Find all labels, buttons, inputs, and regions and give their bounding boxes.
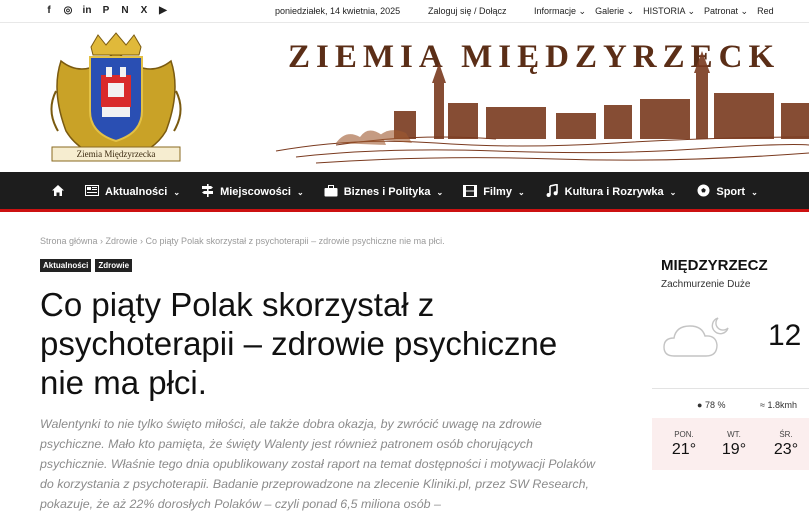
social-links: f ◎ in P N X ▶	[44, 5, 168, 16]
site-header: Ziemia Międzyrzecka ZIEMIA MIĘDZYRZECK	[0, 23, 809, 172]
wind-value: 1.8kmh	[767, 400, 797, 410]
cloud-moon-icon	[663, 317, 729, 357]
logo-banner-text: Ziemia Międzyrzecka	[77, 149, 156, 159]
article-tags: Aktualności Zdrowie	[40, 259, 133, 272]
top-nav-galerie[interactable]: Galerie ⌄	[595, 6, 634, 17]
football-icon	[696, 184, 710, 200]
forecast-day: WT. 19°	[714, 430, 754, 459]
nav-miejscowosci[interactable]: Miejscowości ⌄	[200, 184, 304, 200]
article-lead: Walentynki to nie tylko święto miłości, …	[40, 417, 596, 511]
forecast-day-temp: 23°	[773, 441, 799, 458]
weather-widget: MIĘDZYRZECZ Zachmurzenie Duże 12 ● 78 % …	[652, 250, 809, 470]
humidity-value: 78 %	[704, 400, 726, 410]
facebook-icon[interactable]: f	[44, 5, 54, 16]
newspaper-icon	[85, 185, 99, 199]
nav-biznes-polityka[interactable]: Biznes i Polityka ⌄	[324, 184, 444, 200]
signpost-icon	[200, 184, 214, 200]
weather-divider	[652, 388, 809, 389]
coat-of-arms-logo[interactable]: Ziemia Międzyrzecka	[46, 31, 186, 165]
home-icon	[51, 184, 65, 200]
chevron-down-icon: ⌄	[517, 187, 525, 197]
wind-icon: ≈	[760, 400, 765, 410]
forecast-day: PON. 21°	[664, 430, 704, 459]
main-nav: Aktualności ⌄ Miejscowości ⌄ Biznes i Po…	[0, 172, 809, 212]
nav-filmy[interactable]: Filmy ⌄	[463, 184, 525, 200]
droplet-icon: ●	[697, 400, 703, 410]
nav-label: Aktualności	[105, 186, 168, 198]
top-bar: f ◎ in P N X ▶ poniedziałek, 14 kwietnia…	[0, 0, 809, 23]
instagram-icon[interactable]: ◎	[63, 5, 73, 16]
tag-aktualnosci[interactable]: Aktualności	[40, 259, 92, 272]
nav-label: Kultura i Rozrywka	[564, 186, 664, 198]
nav-sport[interactable]: Sport ⌄	[696, 184, 758, 200]
x-twitter-icon[interactable]: X	[139, 5, 149, 16]
chevron-down-icon: ⌄	[669, 187, 677, 197]
forecast-day: ŚR. 23°	[766, 430, 806, 459]
briefcase-icon	[324, 184, 338, 200]
top-nav-historia[interactable]: HISTORIA ⌄	[643, 6, 695, 17]
weather-city: MIĘDZYRZECZ	[661, 257, 768, 274]
nav-label: Miejscowości	[220, 186, 291, 198]
nav-label: Filmy	[483, 186, 512, 198]
masthead[interactable]: ZIEMIA MIĘDZYRZECK	[236, 33, 809, 168]
nav-label: Sport	[716, 186, 746, 198]
film-icon	[463, 184, 478, 200]
top-nav: Informacje ⌄ Galerie ⌄ HISTORIA ⌄ Patron…	[534, 6, 774, 17]
chevron-down-icon: ⌄	[173, 187, 181, 197]
current-date: poniedziałek, 14 kwietnia, 2025	[275, 6, 401, 16]
weather-humidity: ● 78 %	[697, 400, 725, 410]
login-link[interactable]: Zaloguj się / Dołącz	[428, 6, 507, 16]
pinterest-icon[interactable]: P	[101, 5, 111, 16]
music-icon	[545, 183, 559, 200]
weather-condition: Zachmurzenie Duże	[661, 279, 751, 290]
nav-kultura-rozrywka[interactable]: Kultura i Rozrywka ⌄	[545, 183, 677, 200]
top-nav-patronat[interactable]: Patronat ⌄	[704, 6, 748, 17]
nav-home[interactable]	[51, 184, 65, 200]
town-skyline-illustration	[275, 51, 809, 164]
chevron-down-icon: ⌄	[296, 187, 304, 197]
tag-zdrowie[interactable]: Zdrowie	[95, 259, 133, 272]
forecast-day-temp: 21°	[671, 441, 697, 458]
chevron-down-icon: ⌄	[751, 187, 758, 197]
nav-label: Biznes i Polityka	[343, 186, 431, 198]
linkedin-icon[interactable]: in	[82, 5, 92, 16]
top-nav-redakcja[interactable]: Red	[757, 6, 774, 17]
rss-icon[interactable]: N	[120, 5, 130, 16]
weather-temperature: 12	[768, 319, 802, 352]
forecast-day-temp: 19°	[721, 441, 747, 458]
article-title: Co piąty Polak skorzystał z psychoterapi…	[40, 286, 558, 401]
forecast-day-name: ŚR.	[779, 430, 793, 439]
forecast-day-name: PON.	[674, 430, 694, 439]
chevron-down-icon: ⌄	[436, 187, 444, 197]
nav-aktualnosci[interactable]: Aktualności ⌄	[85, 185, 180, 199]
weather-wind: ≈ 1.8kmh	[760, 400, 797, 410]
top-nav-informacje[interactable]: Informacje ⌄	[534, 6, 586, 17]
youtube-icon[interactable]: ▶	[158, 5, 168, 16]
weather-forecast: PON. 21° WT. 19° ŚR. 23°	[652, 418, 809, 470]
breadcrumb[interactable]: Strona główna › Zdrowie › Co piąty Polak…	[40, 236, 445, 246]
forecast-day-name: WT.	[727, 430, 741, 439]
